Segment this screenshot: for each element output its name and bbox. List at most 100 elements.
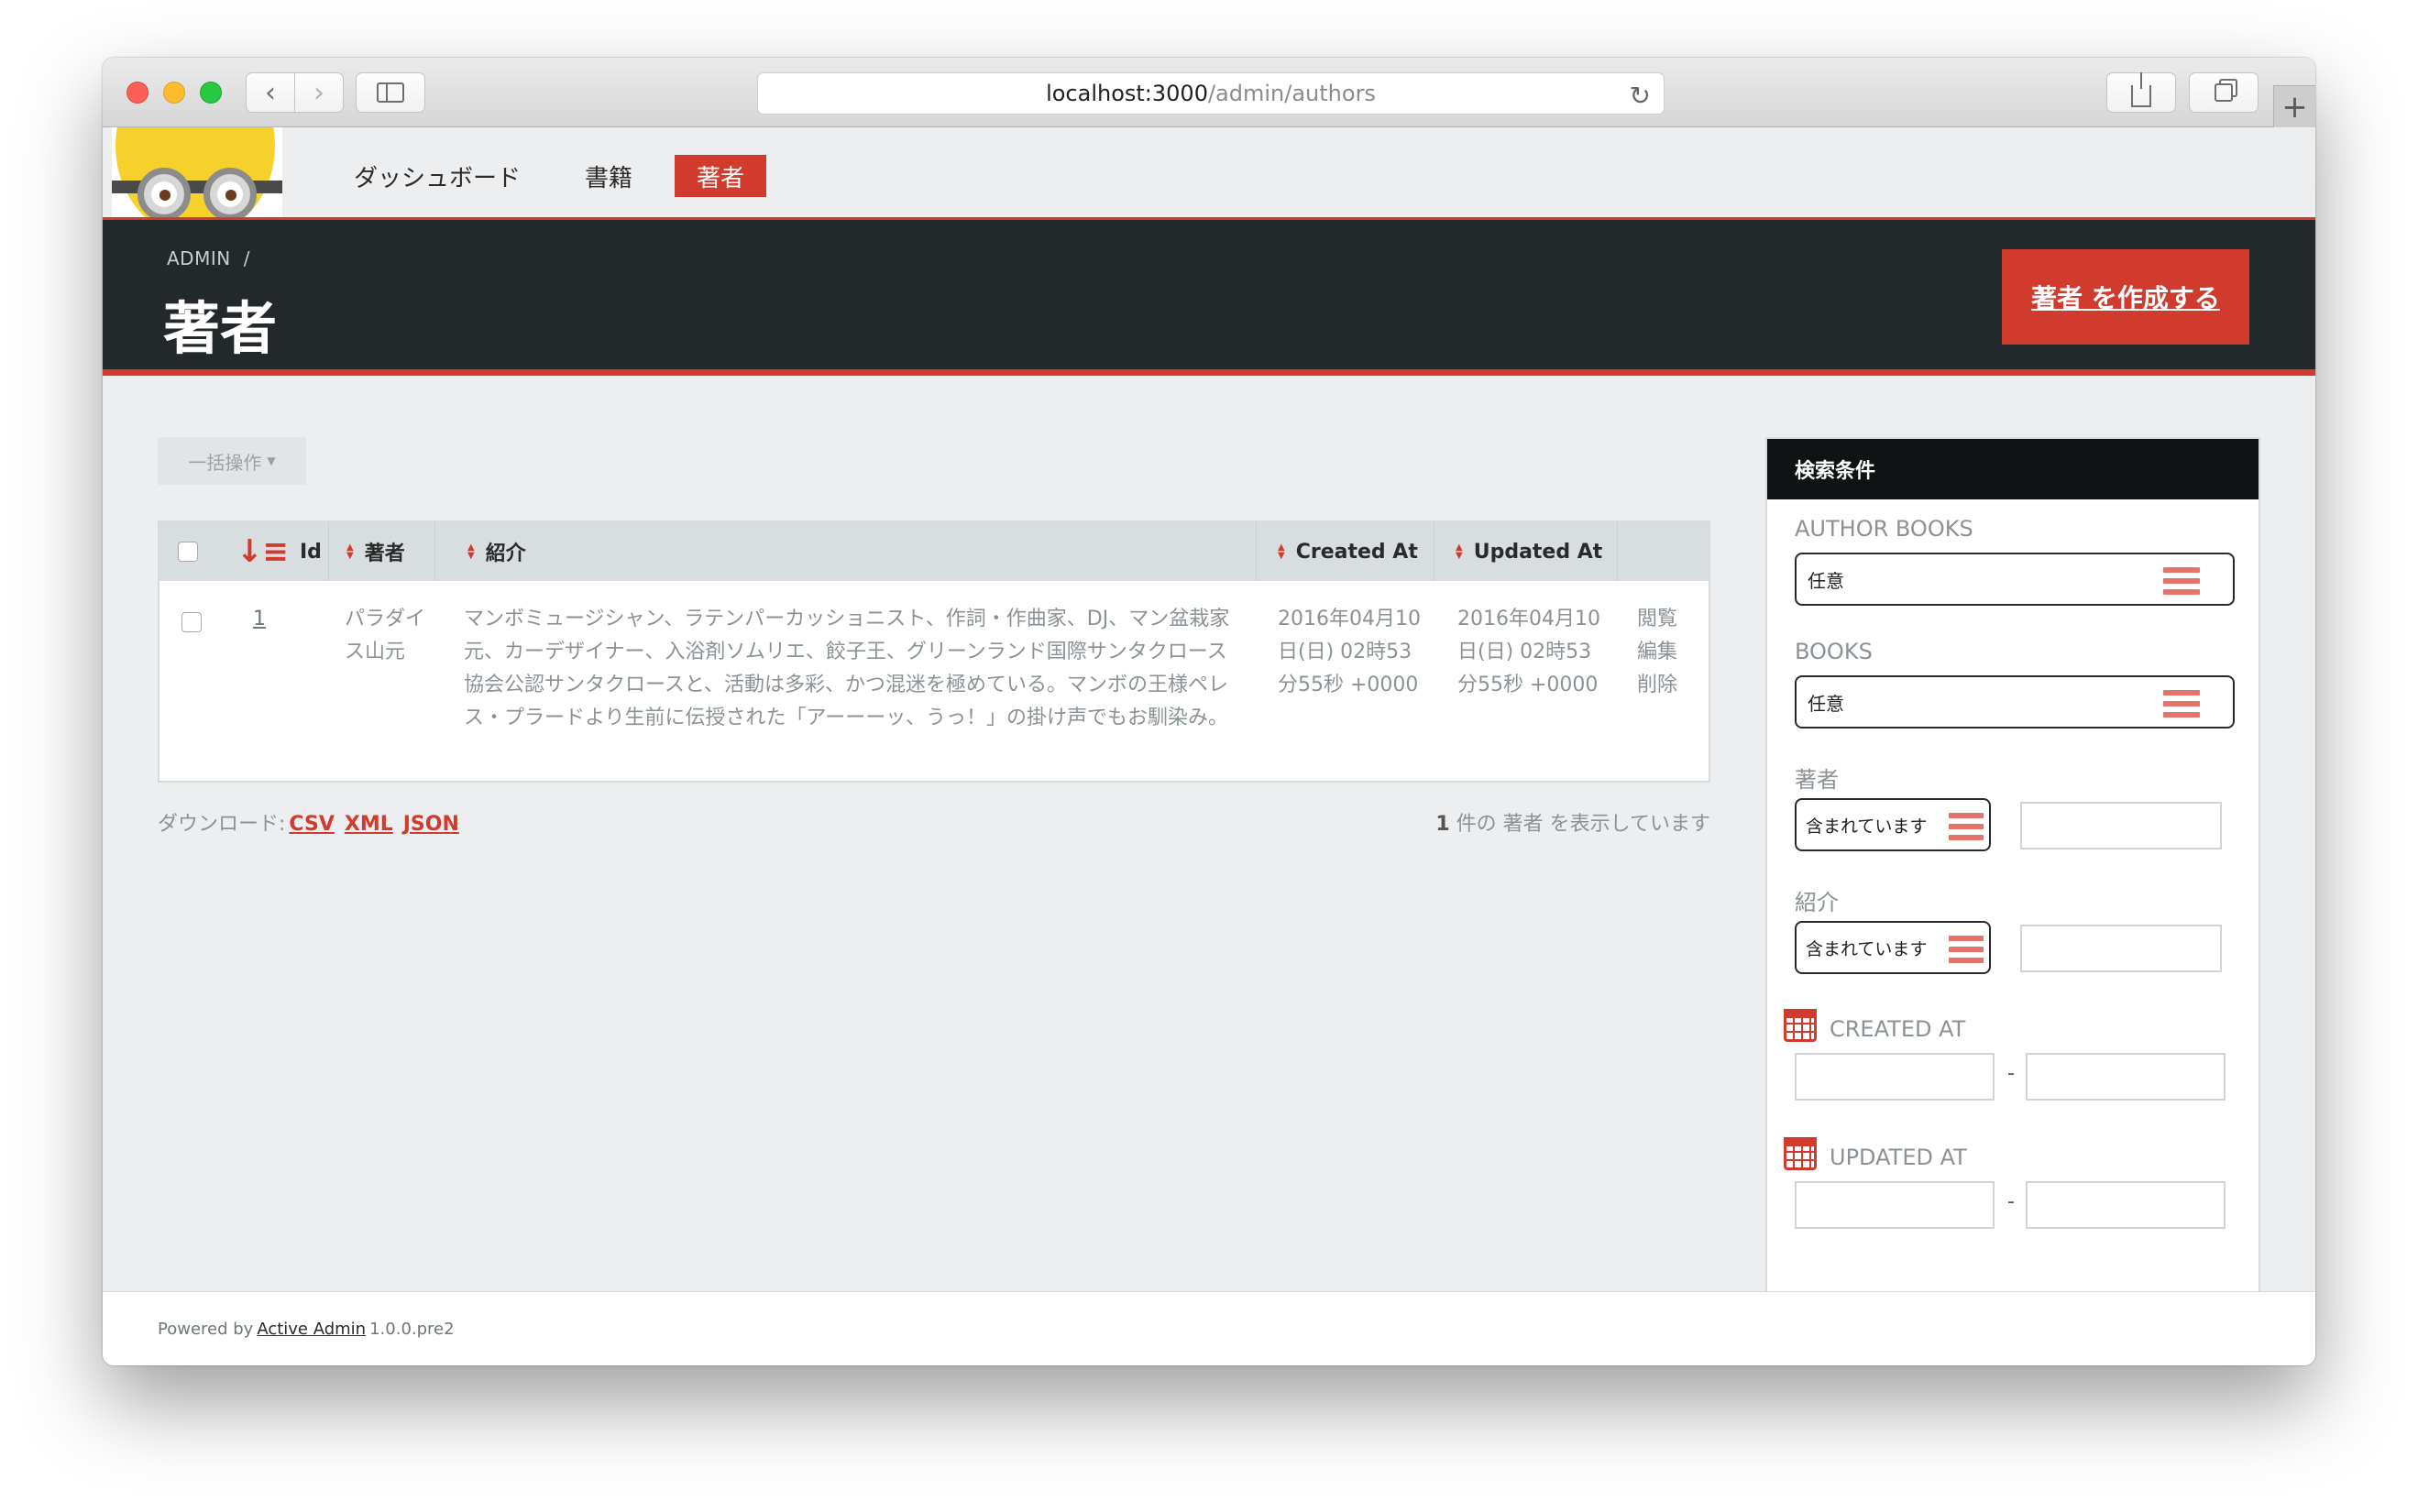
row-checkbox[interactable] bbox=[181, 612, 202, 632]
address-bar[interactable]: localhost:3000/admin/authors ↻ bbox=[757, 72, 1665, 115]
row-created-at: 2016年04月10日(日) 02時53分55秒 +0000 bbox=[1278, 608, 1421, 696]
filter-label-author-books: AUTHOR BOOKS bbox=[1795, 516, 1973, 542]
column-header-updated-at[interactable]: ▲ ▼ Updated At bbox=[1456, 522, 1602, 581]
select-all-checkbox[interactable] bbox=[178, 542, 198, 562]
breadcrumb-admin-link[interactable]: ADMIN bbox=[167, 247, 231, 269]
filter-bio-input[interactable] bbox=[2020, 925, 2222, 972]
column-header-bio[interactable]: ▲ ▼ 紹介 bbox=[467, 522, 526, 581]
sort-icon: ▲ ▼ bbox=[1278, 542, 1285, 561]
date-range-separator: - bbox=[2007, 1190, 2015, 1213]
filter-created-at-to[interactable] bbox=[2026, 1053, 2226, 1101]
sort-icon: ▲ ▼ bbox=[346, 542, 354, 561]
breadcrumb-separator: / bbox=[243, 247, 250, 269]
tab-books[interactable]: 書籍 bbox=[563, 155, 654, 197]
filter-panel: 検索条件 AUTHOR BOOKS 任意 BOOKS 任意 著者 含まれています… bbox=[1765, 437, 2260, 1353]
select-value: 含まれています bbox=[1806, 816, 1928, 837]
share-button[interactable] bbox=[2106, 72, 2176, 113]
row-author-name: パラダイス山元 bbox=[345, 608, 426, 663]
pagination-info: 1 件の 著者 を表示しています bbox=[1423, 807, 1710, 837]
title-bar: ADMIN / 著者 著者 を作成する bbox=[103, 220, 2315, 376]
column-header-id[interactable]: ↓≡ Id bbox=[236, 522, 322, 581]
close-window-button[interactable] bbox=[126, 82, 148, 104]
calendar-icon bbox=[1784, 1137, 1817, 1170]
batch-actions-dropdown[interactable]: 一括操作 ▼ bbox=[158, 437, 306, 485]
logo-goggle bbox=[203, 168, 257, 217]
breadcrumb: ADMIN / bbox=[167, 247, 250, 269]
minimize-window-button[interactable] bbox=[163, 82, 185, 104]
select-handle-icon bbox=[2163, 567, 2200, 595]
filter-name-operator-select[interactable]: 含まれています bbox=[1795, 798, 1991, 851]
main-nav: ダッシュボード 書籍 著者 bbox=[332, 155, 786, 197]
download-json-link[interactable]: JSON bbox=[403, 813, 459, 836]
forward-button[interactable]: › bbox=[294, 72, 344, 113]
edit-link[interactable]: 編集 bbox=[1637, 636, 1677, 669]
select-all-cell bbox=[178, 522, 198, 581]
browser-toolbar: ‹ › localhost:3000/admin/authors ↻ + bbox=[103, 58, 2315, 127]
filter-label-books: BOOKS bbox=[1795, 639, 1873, 664]
column-label: Id bbox=[299, 540, 322, 564]
reload-icon[interactable]: ↻ bbox=[1630, 81, 1651, 111]
tab-overview-button[interactable] bbox=[2189, 72, 2259, 113]
column-label: 紹介 bbox=[485, 542, 526, 565]
tabs-icon bbox=[2215, 83, 2233, 102]
view-link[interactable]: 閲覧 bbox=[1637, 603, 1677, 636]
column-label: Created At bbox=[1295, 540, 1418, 564]
filter-created-at-from[interactable] bbox=[1795, 1053, 1995, 1101]
site-logo[interactable] bbox=[112, 127, 282, 217]
download-links: ダウンロード: CSV XML JSON bbox=[158, 807, 459, 837]
new-tab-button[interactable]: + bbox=[2273, 85, 2315, 127]
tab-dashboard[interactable]: ダッシュボード bbox=[332, 155, 543, 197]
filter-updated-at-from[interactable] bbox=[1795, 1181, 1995, 1229]
footer-version: 1.0.0.pre2 bbox=[369, 1319, 455, 1339]
active-admin-link[interactable]: Active Admin bbox=[257, 1320, 366, 1339]
calendar-icon bbox=[1784, 1009, 1817, 1042]
url-host: localhost:3000 bbox=[1046, 81, 1208, 106]
date-range-separator: - bbox=[2007, 1062, 2015, 1085]
record-count: 1 bbox=[1435, 813, 1450, 836]
sidebar-toggle-button[interactable] bbox=[356, 72, 425, 113]
page-title: 著者 bbox=[163, 295, 278, 362]
caret-down-icon: ▼ bbox=[267, 455, 276, 467]
column-label: Updated At bbox=[1473, 540, 1603, 564]
sort-icon: ▲ ▼ bbox=[467, 542, 475, 561]
row-id-link[interactable]: 1 bbox=[253, 603, 266, 636]
row-updated-at: 2016年04月10日(日) 02時53分55秒 +0000 bbox=[1457, 608, 1600, 696]
browser-window: ‹ › localhost:3000/admin/authors ↻ + ダッシ… bbox=[103, 58, 2315, 1365]
sort-desc-icon: ↓≡ bbox=[236, 533, 289, 570]
download-label: ダウンロード: bbox=[158, 813, 286, 836]
footer: Powered by Active Admin 1.0.0.pre2 bbox=[103, 1291, 2315, 1365]
select-handle-icon bbox=[1949, 813, 1984, 840]
column-label: 著者 bbox=[364, 542, 405, 565]
filter-label-name: 著者 bbox=[1795, 767, 1839, 793]
url-path: /admin/authors bbox=[1207, 81, 1376, 106]
download-csv-link[interactable]: CSV bbox=[289, 813, 334, 836]
create-author-button[interactable]: 著者 を作成する bbox=[2002, 249, 2249, 345]
sidebar-icon bbox=[377, 82, 404, 103]
filter-label-updated-at: UPDATED AT bbox=[1830, 1145, 1967, 1170]
zoom-window-button[interactable] bbox=[200, 82, 222, 104]
filter-author-books-select[interactable]: 任意 bbox=[1795, 553, 2235, 606]
filter-updated-at-to[interactable] bbox=[2026, 1181, 2226, 1229]
chevron-right-icon: › bbox=[313, 76, 324, 109]
delete-link[interactable]: 削除 bbox=[1637, 669, 1677, 702]
tab-authors[interactable]: 著者 bbox=[675, 155, 767, 197]
site-header: ダッシュボード 書籍 著者 bbox=[103, 127, 2315, 220]
column-header-author[interactable]: ▲ ▼ 著者 bbox=[346, 522, 405, 581]
row-select-cell bbox=[181, 612, 202, 632]
select-value: 任意 bbox=[1808, 692, 1844, 715]
footer-prefix: Powered by bbox=[158, 1319, 254, 1339]
select-handle-icon bbox=[2163, 690, 2200, 718]
column-header-created-at[interactable]: ▲ ▼ Created At bbox=[1278, 522, 1418, 581]
filter-name-input[interactable] bbox=[2020, 802, 2222, 849]
download-xml-link[interactable]: XML bbox=[345, 813, 393, 836]
table-header: ↓≡ Id ▲ ▼ 著者 ▲ ▼ 紹介 ▲ ▼ Created At ▲ ▼ Updat… bbox=[159, 522, 1709, 581]
share-icon bbox=[2131, 72, 2151, 107]
row-actions: 閲覧 編集 削除 bbox=[1637, 603, 1677, 702]
filter-books-select[interactable]: 任意 bbox=[1795, 675, 2235, 729]
pagination-text: 件の 著者 を表示しています bbox=[1456, 813, 1710, 836]
filter-bio-operator-select[interactable]: 含まれています bbox=[1795, 921, 1991, 974]
logo-goggle bbox=[137, 168, 191, 217]
row-bio: マンボミュージシャン、ラテンパーカッショニスト、作詞・作曲家、DJ、マン盆栽家元… bbox=[464, 608, 1230, 729]
index-table: ↓≡ Id ▲ ▼ 著者 ▲ ▼ 紹介 ▲ ▼ Created At ▲ ▼ Updat… bbox=[158, 520, 1710, 783]
back-button[interactable]: ‹ bbox=[246, 72, 295, 113]
